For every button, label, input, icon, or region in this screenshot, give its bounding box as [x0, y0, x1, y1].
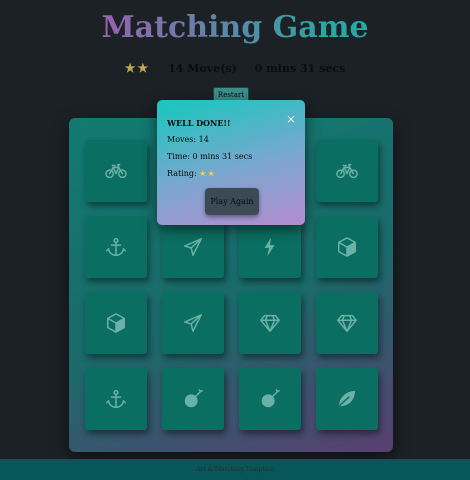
bomb-icon — [261, 389, 280, 408]
cube-icon — [338, 237, 356, 257]
cube-icon — [107, 313, 125, 333]
paper-plane-icon — [184, 238, 202, 256]
card[interactable] — [239, 216, 301, 278]
star-rating: ★★ — [124, 61, 151, 75]
card[interactable] — [85, 368, 147, 430]
card[interactable] — [85, 292, 147, 354]
modal-heading: WELL DONE!! — [167, 118, 231, 128]
win-modal: × WELL DONE!! Moves: 14 Time: 0 mins 31 … — [157, 100, 305, 225]
page-title: Matching Game — [0, 10, 470, 46]
close-icon[interactable]: × — [286, 113, 296, 125]
card[interactable] — [316, 216, 378, 278]
modal-rating-stars: ★★ — [199, 169, 216, 178]
card[interactable] — [162, 368, 224, 430]
card[interactable] — [239, 368, 301, 430]
move-counter: 14 Move(s) — [168, 62, 237, 75]
anchor-icon — [106, 238, 126, 256]
card[interactable] — [316, 292, 378, 354]
modal-rating-label: Rating: — [167, 169, 200, 178]
bomb-icon — [184, 389, 203, 408]
card[interactable] — [239, 292, 301, 354]
modal-rating: Rating: ★★ — [167, 169, 216, 179]
diamond-icon — [260, 314, 280, 332]
diamond-icon — [337, 314, 357, 332]
modal-moves: Moves: 14 — [167, 135, 209, 144]
timer: 0 mins 31 secs — [254, 62, 346, 75]
play-again-button[interactable]: Play Again — [205, 188, 259, 215]
paper-plane-icon — [184, 314, 202, 332]
bicycle-icon — [336, 163, 358, 179]
modal-time: Time: 0 mins 31 secs — [167, 152, 253, 161]
card[interactable] — [162, 216, 224, 278]
score-panel: ★★ 14 Move(s) 0 mins 31 secs — [0, 60, 470, 77]
card[interactable] — [316, 140, 378, 202]
bolt-icon — [264, 237, 275, 257]
bicycle-icon — [105, 163, 127, 179]
anchor-icon — [106, 390, 126, 408]
app-root: Matching Game ★★ 14 Move(s) 0 mins 31 se… — [0, 0, 470, 480]
card[interactable] — [162, 292, 224, 354]
card[interactable] — [316, 368, 378, 430]
card[interactable] — [85, 140, 147, 202]
footer: Art & Matching Template — [0, 459, 470, 480]
card[interactable] — [85, 216, 147, 278]
leaf-icon — [338, 390, 356, 408]
